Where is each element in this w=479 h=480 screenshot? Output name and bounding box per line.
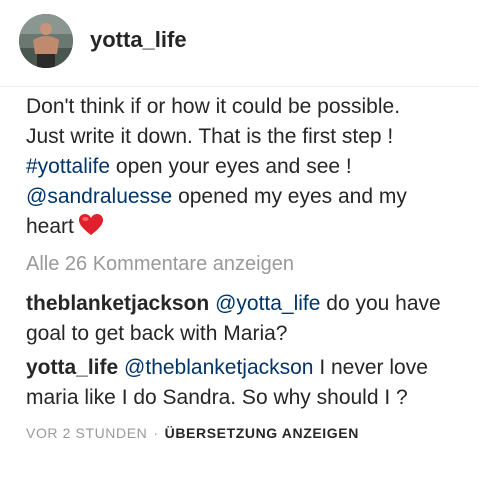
comment-mention-link[interactable]: @yotta_life	[215, 292, 320, 315]
comment: theblanketjackson @yotta_life do you hav…	[26, 289, 479, 349]
caption-line-4: @sandraluesse opened my eyes and my	[26, 182, 479, 212]
separator-dot: ·	[153, 425, 159, 441]
comment-mention-link[interactable]: @theblanketjackson	[124, 356, 313, 379]
comment: yotta_life @theblanketjackson I never lo…	[26, 353, 479, 413]
comment-username[interactable]: theblanketjackson	[26, 292, 209, 315]
comment-line-1: theblanketjackson @yotta_life do you hav…	[26, 289, 479, 319]
heart-icon	[78, 213, 104, 246]
comment-line-1: yotta_life @theblanketjackson I never lo…	[26, 353, 479, 383]
comment-timestamp: VOR 2 STUNDEN	[26, 425, 148, 441]
avatar-photo-icon	[19, 14, 73, 68]
hashtag-link[interactable]: #yottalife	[26, 155, 110, 178]
show-translation-button[interactable]: ÜBERSETZUNG ANZEIGEN	[165, 425, 359, 441]
caption-text: opened my eyes and my	[172, 185, 407, 208]
mention-link[interactable]: @sandraluesse	[26, 185, 172, 208]
avatar[interactable]	[19, 14, 73, 68]
caption-text: open your eyes and see !	[110, 155, 352, 178]
post-username[interactable]: yotta_life	[90, 27, 187, 53]
caption-line-3: #yottalife open your eyes and see !	[26, 152, 479, 182]
comment-meta: VOR 2 STUNDEN · ÜBERSETZUNG ANZEIGEN	[26, 425, 359, 441]
caption-line-5: heart	[26, 212, 479, 246]
caption-line-1: Don't think if or how it could be possib…	[26, 95, 401, 118]
post-header: yotta_life	[0, 0, 479, 87]
comment-line-2: goal to get back with Maria?	[26, 322, 288, 345]
comment-text: I never love	[313, 356, 428, 379]
caption-text: heart	[26, 215, 74, 238]
post-caption: Don't think if or how it could be possib…	[26, 92, 479, 246]
comment-text: do you have	[320, 292, 441, 315]
view-all-comments-link[interactable]: Alle 26 Kommentare anzeigen	[26, 253, 294, 276]
caption-line-2: Just write it down. That is the first st…	[26, 125, 394, 148]
comment-line-2: maria like I do Sandra. So why should I …	[26, 386, 408, 409]
comment-username[interactable]: yotta_life	[26, 356, 118, 379]
